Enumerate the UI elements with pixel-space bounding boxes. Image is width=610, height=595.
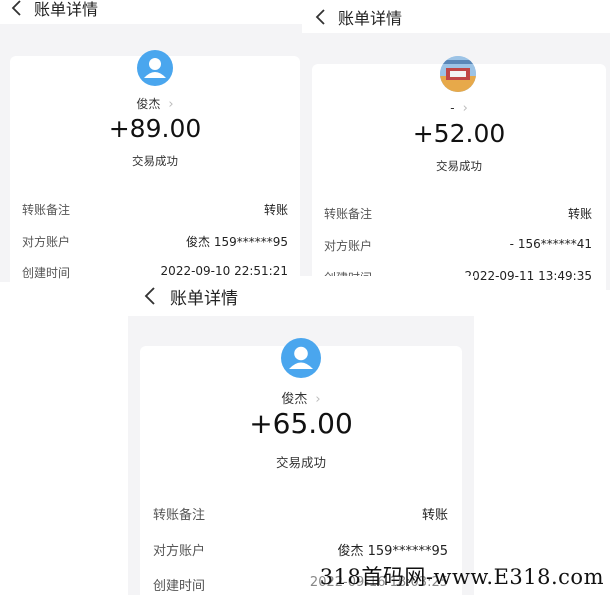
page-title: 账单详情 xyxy=(34,0,99,19)
chevron-left-icon[interactable] xyxy=(140,285,162,307)
transaction-status: 交易成功 xyxy=(132,154,178,168)
counterparty-name-row[interactable]: 俊杰 › xyxy=(140,388,462,407)
amount: +89.00 xyxy=(108,114,202,143)
header-bar: 账单详情 xyxy=(302,0,610,33)
counterparty-name: - xyxy=(450,101,455,115)
site-watermark: 318首码网-www.E318.com xyxy=(319,565,604,589)
chevron-right-icon: › xyxy=(462,101,468,116)
counterparty-name-row[interactable]: - › xyxy=(312,101,606,116)
transaction-status: 交易成功 xyxy=(275,455,326,470)
user-avatar-icon[interactable] xyxy=(281,338,321,378)
bill-detail-screen-3: 账单详情 俊杰 › +65.00 交易成功 转账备注 转账 对方账户 俊杰 159… xyxy=(128,276,474,595)
chevron-right-icon: › xyxy=(168,97,174,112)
bill-detail-screen-2: 账单详情 - › +52.00 交易成功 转账备注 转账 对方账户 - 156**… xyxy=(302,0,610,290)
counterparty-name: 俊杰 xyxy=(281,392,308,407)
page-title: 账单详情 xyxy=(338,8,403,28)
transaction-status: 交易成功 xyxy=(436,159,482,173)
row-label: 对方账户 xyxy=(153,544,206,559)
row-label: 转账备注 xyxy=(324,207,373,221)
row-value: 2022-09-11 13:49:35 xyxy=(464,269,592,283)
row-value: 俊杰 159******95 xyxy=(337,544,449,559)
row-label: 对方账户 xyxy=(324,239,373,253)
row-value: 转账 xyxy=(263,203,288,217)
bill-detail-screen-1: 账单详情 俊杰 › +89.00 交易成功 转账备注 转账 对方账户 俊杰 159… xyxy=(0,0,302,282)
row-label: 创建时间 xyxy=(22,266,71,280)
row-value: - 156******41 xyxy=(509,237,592,251)
bill-card: 俊杰 › +89.00 交易成功 转账备注 转账 对方账户 俊杰 159*****… xyxy=(10,50,300,282)
chevron-left-icon[interactable] xyxy=(6,0,28,19)
counterparty-name-row[interactable]: 俊杰 › xyxy=(10,95,300,112)
user-avatar-icon[interactable] xyxy=(440,56,476,92)
row-label: 转账备注 xyxy=(153,508,206,523)
row-value: 转账 xyxy=(567,207,592,221)
row-label: 创建时间 xyxy=(153,579,206,594)
row-value: 转账 xyxy=(421,508,448,523)
bill-card: 俊杰 › +65.00 交易成功 转账备注 转账 对方账户 俊杰 159*****… xyxy=(140,338,462,595)
row-label: 转账备注 xyxy=(22,203,71,217)
header-bar: 账单详情 xyxy=(0,0,302,24)
counterparty-name: 俊杰 xyxy=(136,97,161,111)
bill-card: - › +52.00 交易成功 转账备注 转账 对方账户 - 156******4… xyxy=(312,56,606,290)
page-title: 账单详情 xyxy=(170,288,238,309)
user-avatar-icon[interactable] xyxy=(137,50,173,86)
amount: +65.00 xyxy=(249,407,353,440)
chevron-left-icon[interactable] xyxy=(310,6,332,28)
row-value: 俊杰 159******95 xyxy=(186,235,288,249)
amount: +52.00 xyxy=(412,119,506,148)
row-label: 对方账户 xyxy=(22,235,71,249)
header-bar: 账单详情 xyxy=(128,276,474,316)
chevron-right-icon: › xyxy=(315,392,321,407)
